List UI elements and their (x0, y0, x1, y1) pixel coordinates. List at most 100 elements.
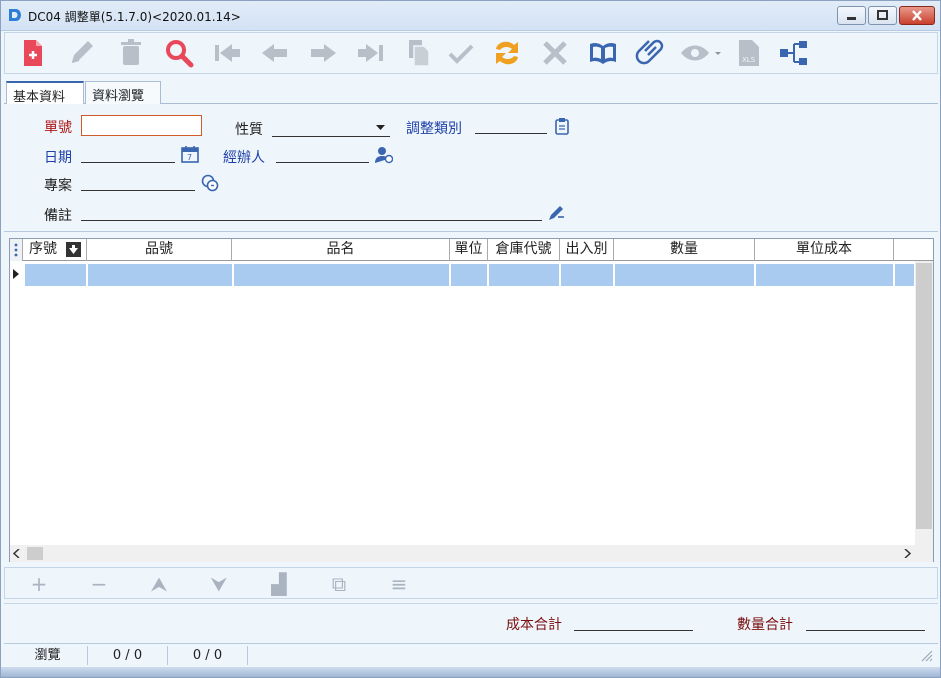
column-header-item-no[interactable]: 品號 (87, 239, 232, 261)
search-icon (166, 40, 194, 68)
menu-lines-icon: ≡ (390, 572, 408, 596)
column-header-in-out[interactable]: 出入別 (560, 239, 614, 261)
main-toolbar: XLS (4, 32, 938, 74)
cell-in-out[interactable] (561, 264, 614, 286)
menu-button[interactable]: ≡ (388, 573, 410, 595)
paste-icon: ⧉ (331, 572, 347, 596)
date-input[interactable] (81, 162, 175, 163)
column-header-label: 出入別 (565, 241, 608, 257)
move-down-button[interactable]: ⮟ (208, 573, 230, 595)
column-header-label: 序號 (29, 241, 57, 257)
pen-edit-icon[interactable] (547, 204, 565, 222)
confirm-button[interactable] (445, 37, 477, 69)
remove-row-button[interactable]: − (88, 573, 110, 595)
copy-button[interactable] (403, 37, 435, 69)
last-record-button[interactable] (355, 37, 387, 69)
vertical-scrollbar[interactable] (915, 261, 933, 545)
export-excel-button[interactable]: XLS (733, 37, 765, 69)
column-header-item-name[interactable]: 品名 (232, 239, 450, 261)
cell-seq[interactable] (25, 264, 87, 286)
add-row-button[interactable]: + (28, 573, 50, 595)
title-bar: DC04 調整單(5.1.7.0)<2020.01.14> (1, 1, 940, 31)
previous-record-button[interactable] (259, 37, 291, 69)
move-up-button[interactable]: ⮝ (148, 573, 170, 595)
maximize-button[interactable] (868, 6, 897, 25)
view-eye-icon (681, 45, 721, 61)
column-header-quantity[interactable]: 數量 (614, 239, 755, 261)
vertical-scroll-thumb[interactable] (916, 263, 932, 529)
status-count-1: 0 / 0 (88, 646, 168, 665)
qty-total-label: 數量合計 (737, 617, 793, 633)
chevron-down-icon[interactable] (376, 125, 385, 131)
cell-warehouse[interactable] (489, 264, 560, 286)
grid-options-handle[interactable] (10, 239, 23, 261)
user-lookup-icon[interactable] (375, 146, 393, 164)
sort-down-icon[interactable] (66, 242, 81, 257)
first-record-button[interactable] (211, 37, 243, 69)
delete-button[interactable] (115, 37, 147, 69)
cell-item-no[interactable] (88, 264, 233, 286)
horizontal-scrollbar[interactable] (10, 545, 933, 562)
project-input[interactable] (81, 190, 195, 191)
nature-select[interactable] (272, 136, 390, 137)
detail-grid: 序號 品號 品名 單位 倉庫代號 出入別 數量 單位成本 (9, 238, 934, 562)
excel-export-icon: XLS (739, 40, 759, 66)
doc-no-input[interactable] (81, 115, 202, 136)
remark-input[interactable] (81, 220, 542, 221)
qty-total-value (806, 630, 925, 631)
cell-unit-cost[interactable] (756, 264, 894, 286)
attachment-button[interactable] (635, 37, 667, 69)
book-button[interactable] (587, 37, 619, 69)
refresh-icon (496, 41, 518, 65)
first-record-icon (215, 44, 240, 62)
tab-data-browse[interactable]: 資料瀏覽 (85, 81, 161, 104)
horizontal-scroll-thumb[interactable] (27, 547, 43, 560)
column-header-label: 單位成本 (796, 241, 852, 257)
resize-grip-icon[interactable] (919, 648, 933, 662)
clipboard-icon[interactable] (553, 117, 571, 135)
handler-input[interactable] (276, 162, 369, 163)
cell-item-name[interactable] (234, 264, 450, 286)
column-header-label: 數量 (670, 241, 698, 257)
new-button[interactable] (17, 37, 49, 69)
header-form: 單號 性質 調整類別 日期 7 經辦人 專案 備註 (4, 104, 938, 232)
view-dropdown-button[interactable] (679, 37, 723, 69)
delete-trash-icon (121, 39, 141, 65)
app-logo-icon (9, 9, 21, 21)
paste-button[interactable]: ⧉ (328, 573, 350, 595)
minimize-button[interactable] (837, 6, 866, 25)
scroll-right-icon[interactable] (903, 549, 911, 558)
svg-text:XLS: XLS (742, 56, 756, 64)
project-lookup-icon[interactable] (201, 174, 219, 192)
cell-quantity[interactable] (615, 264, 755, 286)
column-header-unit-cost[interactable]: 單位成本 (755, 239, 894, 261)
last-record-icon (358, 44, 383, 62)
maximize-icon (877, 10, 888, 20)
next-record-button[interactable] (307, 37, 339, 69)
adjust-type-input[interactable] (475, 133, 547, 134)
cell-extra[interactable] (895, 264, 915, 286)
tab-basic-info[interactable]: 基本資料 (6, 81, 84, 105)
column-header-label: 單位 (454, 241, 483, 257)
search-button[interactable] (163, 37, 195, 69)
table-row[interactable] (10, 263, 915, 287)
stack-button[interactable]: ▟ (268, 573, 290, 595)
scroll-left-icon[interactable] (13, 549, 21, 558)
refresh-button[interactable] (491, 37, 523, 69)
close-button[interactable] (899, 6, 935, 25)
column-header-warehouse[interactable]: 倉庫代號 (488, 239, 560, 261)
vertical-dots-icon (14, 243, 18, 257)
nature-label: 性質 (235, 122, 263, 138)
current-row-indicator-icon (13, 269, 19, 279)
column-header-unit[interactable]: 單位 (450, 239, 488, 261)
next-record-icon (311, 44, 336, 62)
cancel-button[interactable] (539, 37, 571, 69)
tree-structure-button[interactable] (777, 37, 809, 69)
cell-unit[interactable] (451, 264, 488, 286)
app-window: DC04 調整單(5.1.7.0)<2020.01.14> XLS 基本資料 資… (0, 0, 941, 678)
calendar-icon[interactable]: 7 (181, 145, 199, 163)
status-bar: 瀏覽 0 / 0 0 / 0 (4, 643, 938, 665)
cost-total-value (574, 630, 693, 631)
edit-button[interactable] (65, 37, 97, 69)
totals-bar: 成本合計 數量合計 (4, 603, 938, 639)
